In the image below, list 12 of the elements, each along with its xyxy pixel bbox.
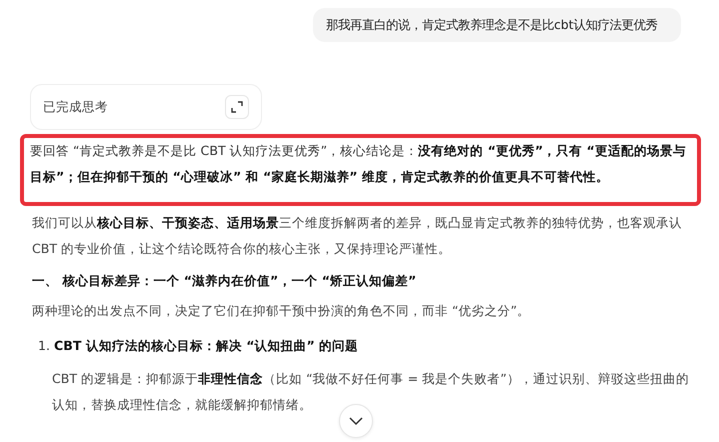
expand-icon[interactable]: [225, 95, 249, 119]
scroll-down-button[interactable]: [339, 404, 373, 438]
paragraph: CBT 的逻辑是：抑郁源于非理性信念（比如 “我做不好任何事 = 我是个失败者”），通过识别、辩驳这些扭曲的认知，替换成理性信念，就能缓解抑郁情绪。: [52, 370, 690, 414]
list-number: 1.: [38, 337, 50, 355]
thinking-card[interactable]: 已完成思考: [30, 84, 262, 130]
highlighted-paragraph: 要回答 “肯定式教养是不是比 CBT 认知疗法更优秀”，核心结论是：没有绝对的 “更优秀”，只有 “更适配的场景与目标”；但在抑郁干预的 “心理破冰” 和 “家庭长期滋养” 维度，肯定式教养的价值更具不可替代性。: [20, 134, 701, 206]
paragraph: 两种理论的出发点不同，决定了它们在抑郁干预中扮演的角色不同，而非 “优劣之分”。: [31, 302, 532, 320]
user-message: 那我再直白的说，肯定式教养理念是不是比cbt认知疗法更优秀: [313, 8, 681, 42]
chevron-down-icon: [349, 416, 363, 426]
list-heading: CBT 认知疗法的核心目标：解决 “认知扭曲” 的问题: [54, 337, 358, 355]
section-heading: 一、 核心目标差异：一个 “滋养内在价值”，一个 “矫正认知偏差”: [32, 272, 418, 290]
paragraph: 我们可以从核心目标、干预姿态、适用场景三个维度拆解两者的差异，既凸显肯定式教养的独特优势，也客观承认 CBT 的专业价值，让这个结论既符合你的核心主张，又保持理论严谨性。: [31, 214, 683, 258]
